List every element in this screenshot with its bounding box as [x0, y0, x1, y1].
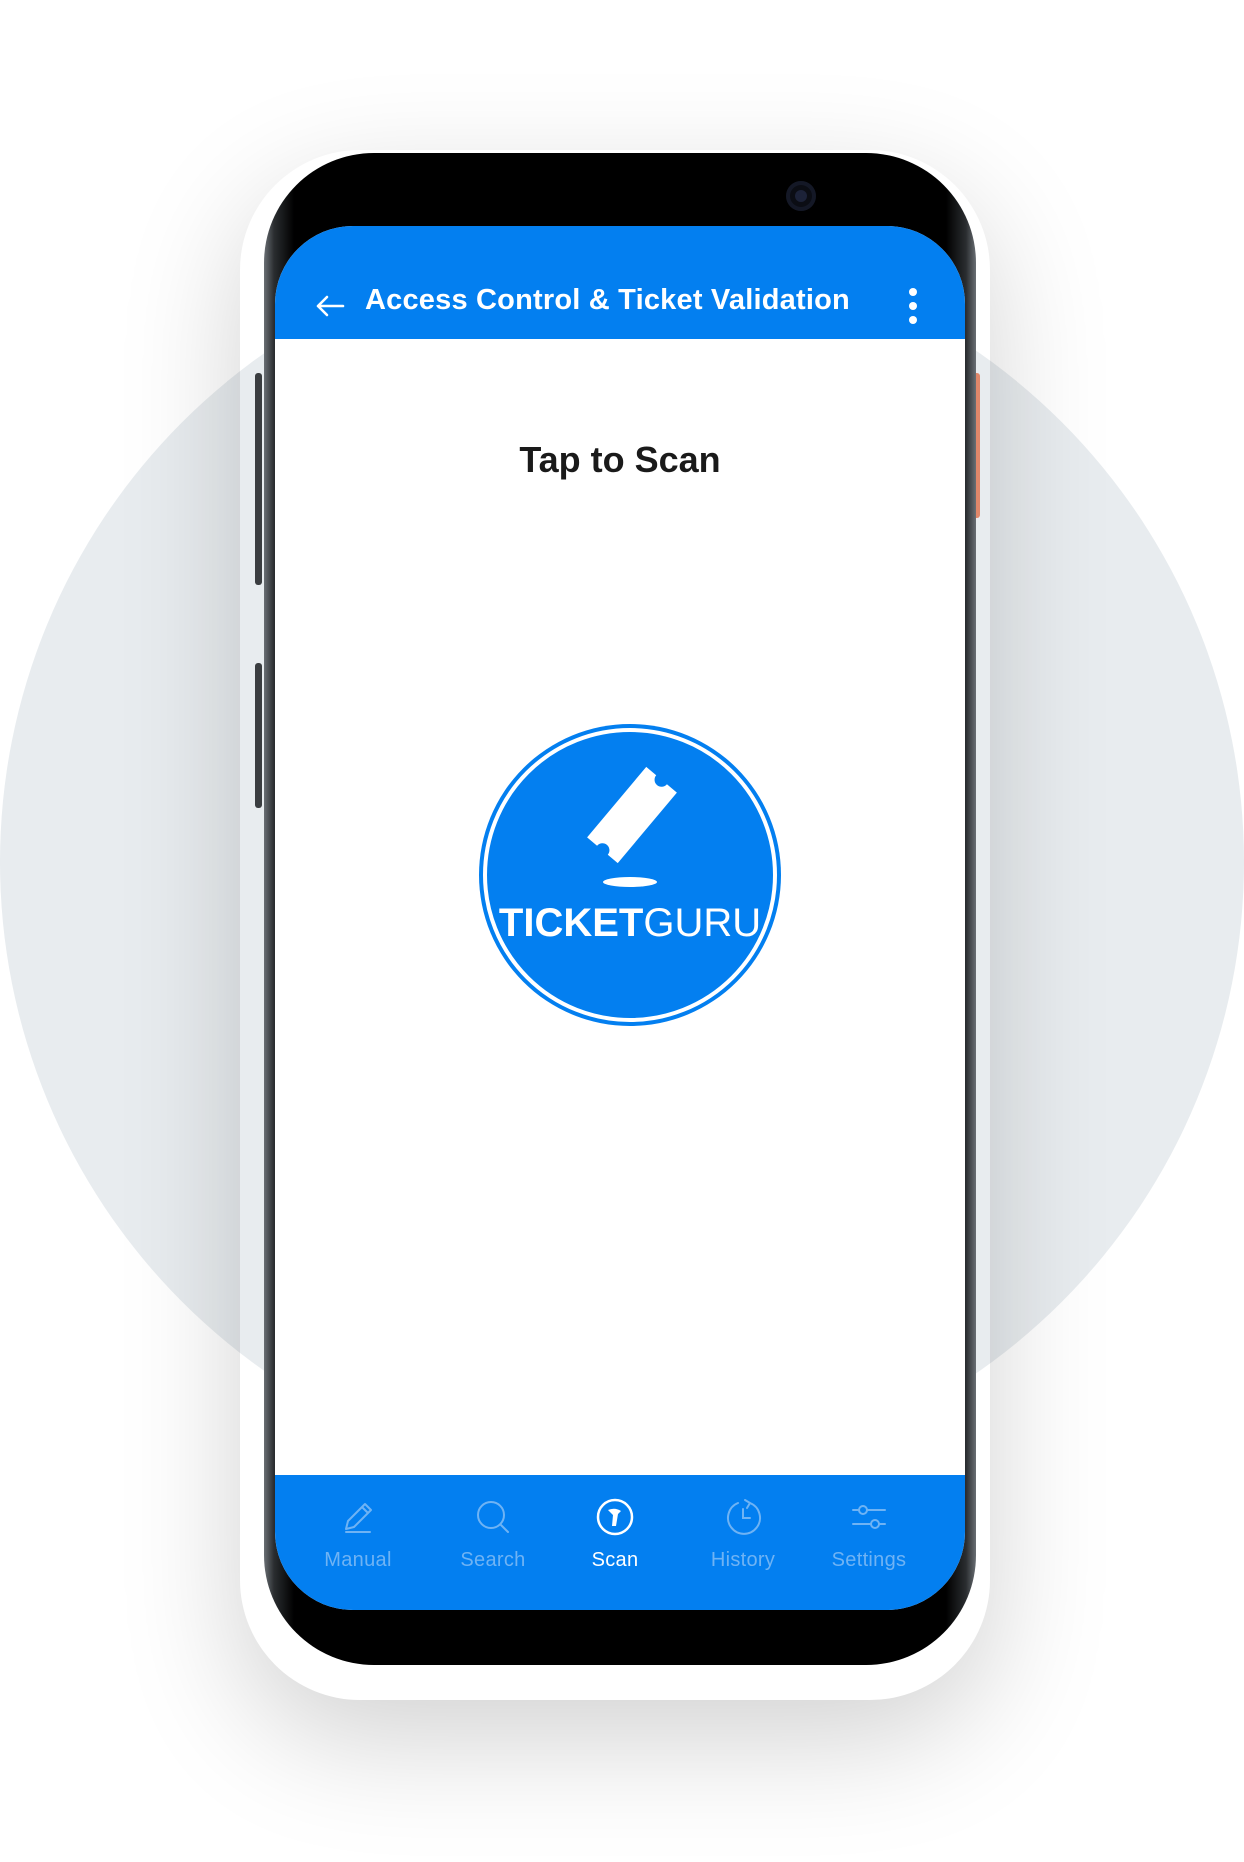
- app-screen: Access Control & Ticket Validation Tap t…: [275, 226, 965, 1610]
- history-icon: [727, 1499, 761, 1535]
- nav-item-search[interactable]: Search: [433, 1495, 553, 1595]
- pencil-icon: [345, 1503, 372, 1533]
- scan-content: Tap to Scan TICKETGURU: [275, 339, 965, 1475]
- nav-label-search: Search: [460, 1549, 526, 1571]
- app-bar: Access Control & Ticket Validation: [275, 226, 965, 339]
- bottom-navigation: Manual Search Scan History Settings: [275, 1475, 965, 1610]
- volume-down-button: [255, 663, 262, 808]
- nav-item-manual[interactable]: Manual: [298, 1495, 418, 1595]
- front-camera: [786, 181, 816, 211]
- app-title: Access Control & Ticket Validation: [365, 284, 850, 316]
- nav-item-scan[interactable]: Scan: [555, 1495, 675, 1595]
- more-vertical-icon[interactable]: [905, 286, 921, 326]
- volume-up-button: [255, 373, 262, 585]
- nav-label-scan: Scan: [591, 1549, 639, 1571]
- ticketguru-logo: TICKETGURU: [479, 724, 781, 1026]
- logo-text-ticket: TICKET: [499, 901, 643, 945]
- scanner-icon: [596, 1498, 634, 1536]
- back-arrow-icon[interactable]: [315, 294, 345, 318]
- tap-to-scan-heading: Tap to Scan: [519, 439, 721, 480]
- svg-text:TICKETGURU: TICKETGURU: [499, 901, 761, 945]
- nav-item-history[interactable]: History: [683, 1495, 803, 1595]
- mockup-stage: Access Control & Ticket Validation Tap t…: [0, 0, 1244, 1862]
- scan-button[interactable]: TICKETGURU: [477, 722, 783, 1028]
- sliders-icon: [852, 1505, 886, 1529]
- nav-label-manual: Manual: [324, 1549, 392, 1571]
- logo-text-guru: GURU: [643, 901, 761, 945]
- nav-label-history: History: [710, 1549, 776, 1571]
- nav-label-settings: Settings: [831, 1549, 907, 1571]
- nav-item-settings[interactable]: Settings: [809, 1495, 929, 1595]
- search-icon: [477, 1501, 509, 1533]
